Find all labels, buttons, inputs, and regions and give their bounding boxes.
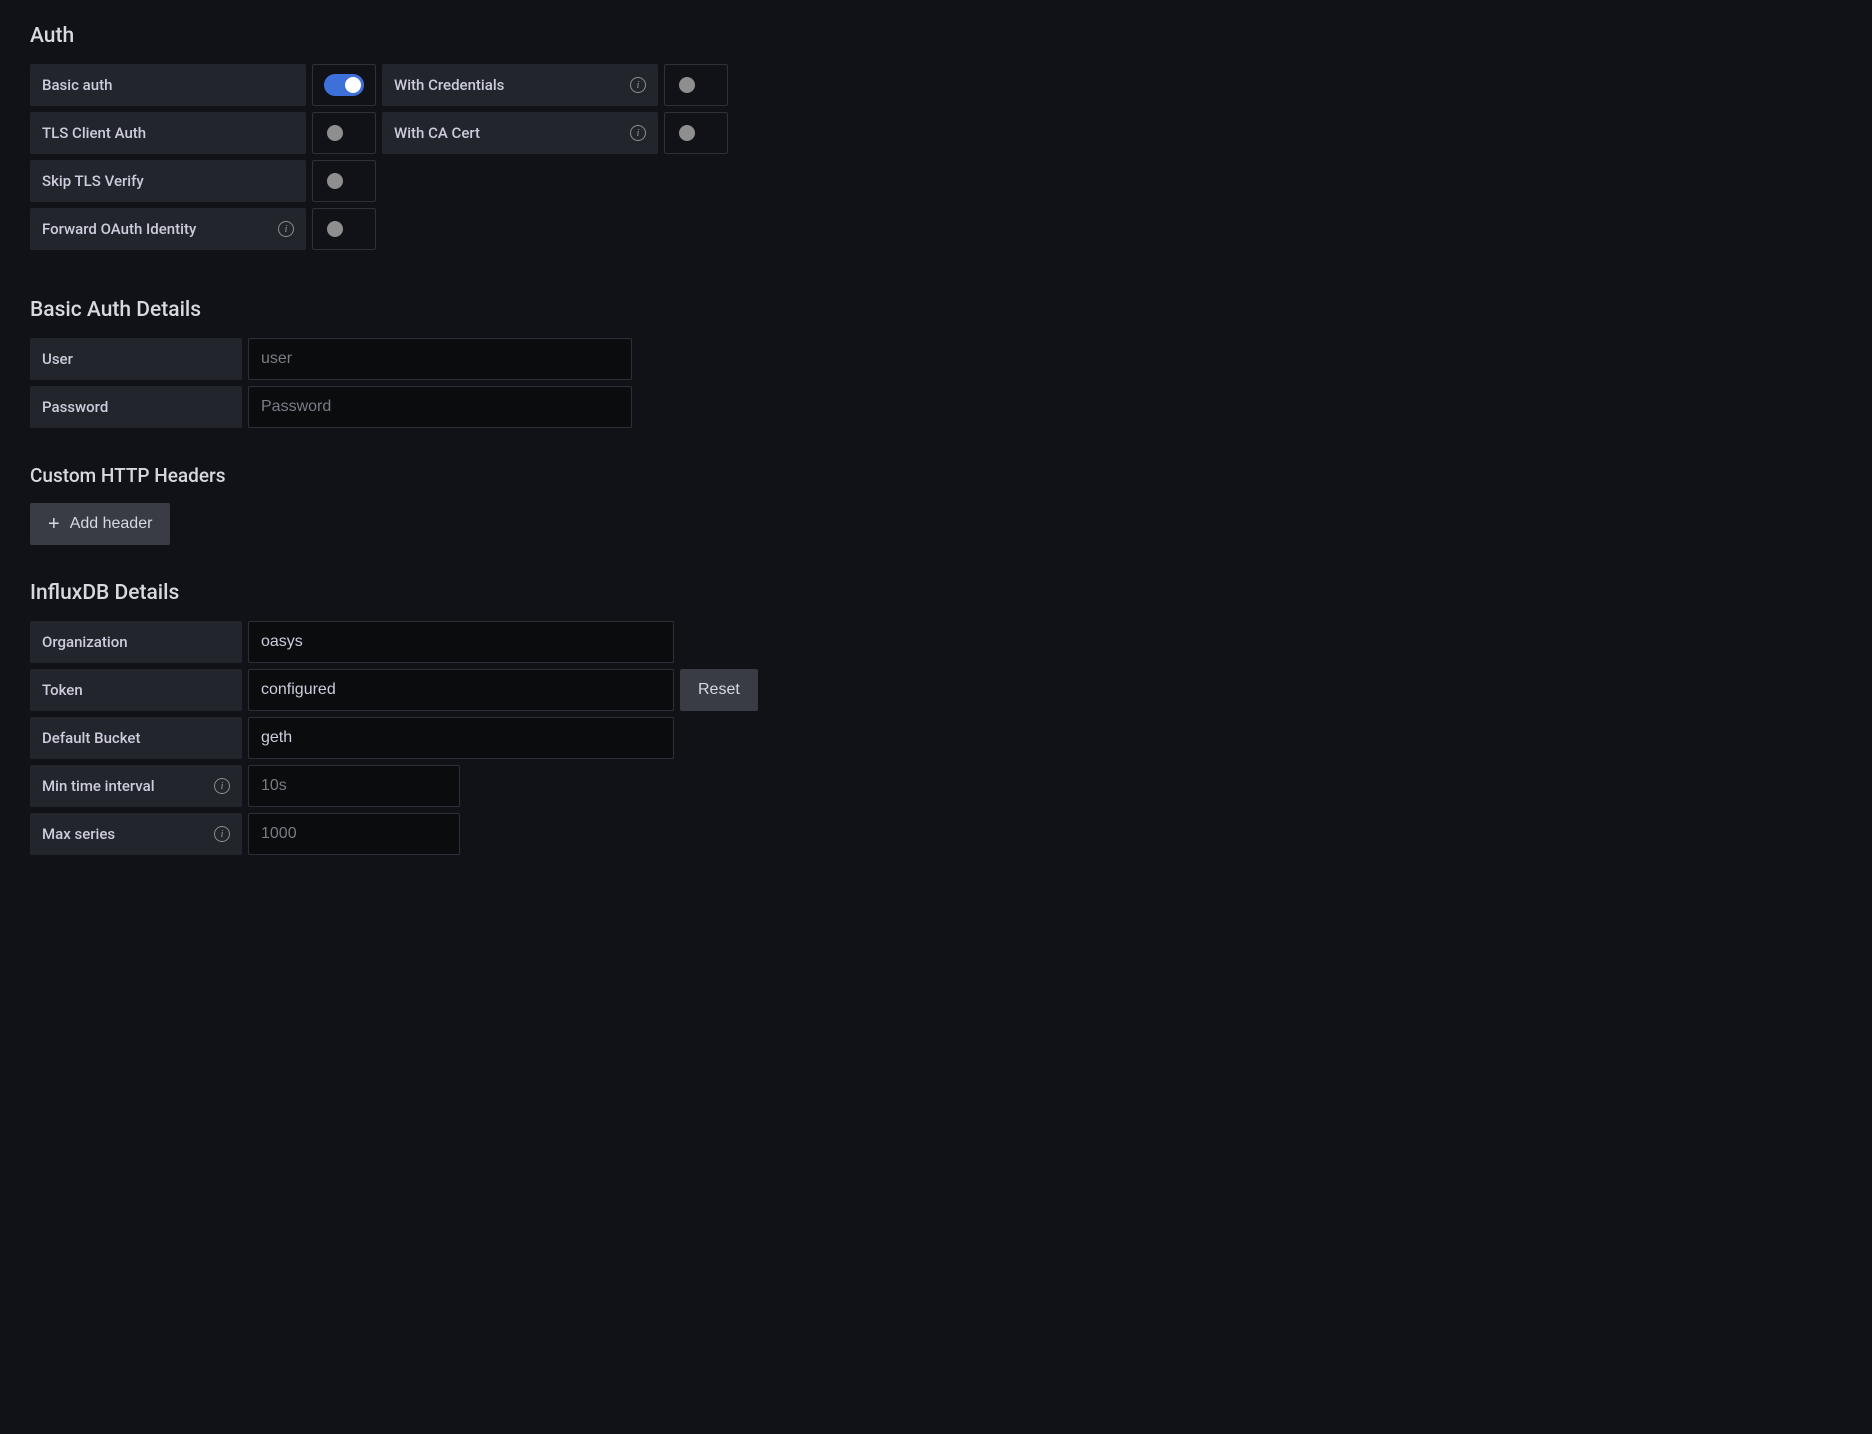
info-icon[interactable]: i bbox=[214, 778, 230, 794]
max-series-row: Max series i bbox=[30, 813, 1842, 855]
default-bucket-row: Default Bucket bbox=[30, 717, 1842, 759]
influxdb-details-title: InfluxDB Details bbox=[30, 581, 1842, 605]
basic-auth-row: Basic auth bbox=[30, 64, 376, 106]
max-series-input[interactable] bbox=[248, 813, 460, 855]
token-label: Token bbox=[30, 669, 242, 711]
skip-tls-verify-label-text: Skip TLS Verify bbox=[42, 172, 144, 190]
token-input[interactable] bbox=[248, 669, 674, 711]
max-series-label-text: Max series bbox=[42, 825, 115, 843]
auth-col-left: Basic auth TLS Client Auth Skip TLS Veri… bbox=[30, 64, 376, 250]
add-header-button[interactable]: + Add header bbox=[30, 503, 170, 545]
organization-label: Organization bbox=[30, 621, 242, 663]
with-ca-cert-switch-cell bbox=[664, 112, 728, 154]
password-label-text: Password bbox=[42, 398, 108, 416]
auth-toggle-grid: Basic auth TLS Client Auth Skip TLS Veri… bbox=[30, 64, 1842, 250]
basic-auth-toggle[interactable] bbox=[324, 74, 364, 96]
info-icon[interactable]: i bbox=[630, 77, 646, 93]
info-icon[interactable]: i bbox=[278, 221, 294, 237]
forward-oauth-toggle[interactable] bbox=[324, 218, 364, 240]
auth-section: Auth Basic auth TLS Client Auth bbox=[30, 24, 1842, 250]
token-row: Token Reset bbox=[30, 669, 1842, 711]
organization-label-text: Organization bbox=[42, 633, 128, 651]
with-credentials-label: With Credentials i bbox=[382, 64, 658, 106]
with-ca-cert-label-text: With CA Cert bbox=[394, 124, 480, 142]
token-label-text: Token bbox=[42, 681, 83, 699]
basic-auth-details-title: Basic Auth Details bbox=[30, 298, 1842, 322]
basic-auth-label-text: Basic auth bbox=[42, 76, 112, 94]
max-series-label: Max series i bbox=[30, 813, 242, 855]
skip-tls-verify-row: Skip TLS Verify bbox=[30, 160, 376, 202]
skip-tls-verify-toggle[interactable] bbox=[324, 170, 364, 192]
tls-client-auth-label: TLS Client Auth bbox=[30, 112, 306, 154]
custom-headers-title: Custom HTTP Headers bbox=[30, 464, 1842, 487]
min-time-interval-label-text: Min time interval bbox=[42, 777, 155, 795]
password-row: Password bbox=[30, 386, 1842, 428]
default-bucket-label: Default Bucket bbox=[30, 717, 242, 759]
forward-oauth-switch-cell bbox=[312, 208, 376, 250]
add-header-button-label: Add header bbox=[70, 515, 153, 533]
organization-row: Organization bbox=[30, 621, 1842, 663]
reset-button[interactable]: Reset bbox=[680, 669, 758, 711]
with-credentials-toggle[interactable] bbox=[676, 74, 716, 96]
user-label: User bbox=[30, 338, 242, 380]
user-input[interactable] bbox=[248, 338, 632, 380]
forward-oauth-row: Forward OAuth Identity i bbox=[30, 208, 376, 250]
user-row: User bbox=[30, 338, 1842, 380]
basic-auth-label: Basic auth bbox=[30, 64, 306, 106]
custom-headers-section: Custom HTTP Headers + Add header bbox=[30, 464, 1842, 545]
info-icon[interactable]: i bbox=[214, 826, 230, 842]
default-bucket-label-text: Default Bucket bbox=[42, 729, 140, 747]
min-time-interval-input[interactable] bbox=[248, 765, 460, 807]
auth-title: Auth bbox=[30, 24, 1842, 48]
min-time-interval-label: Min time interval i bbox=[30, 765, 242, 807]
with-ca-cert-toggle[interactable] bbox=[676, 122, 716, 144]
with-ca-cert-label: With CA Cert i bbox=[382, 112, 658, 154]
with-credentials-switch-cell bbox=[664, 64, 728, 106]
tls-client-auth-toggle[interactable] bbox=[324, 122, 364, 144]
basic-auth-details-section: Basic Auth Details User Password bbox=[30, 298, 1842, 428]
skip-tls-verify-switch-cell bbox=[312, 160, 376, 202]
with-credentials-row: With Credentials i bbox=[382, 64, 728, 106]
tls-client-auth-row: TLS Client Auth bbox=[30, 112, 376, 154]
forward-oauth-label: Forward OAuth Identity i bbox=[30, 208, 306, 250]
auth-col-right: With Credentials i With CA Cert i bbox=[382, 64, 728, 250]
organization-input[interactable] bbox=[248, 621, 674, 663]
info-icon[interactable]: i bbox=[630, 125, 646, 141]
min-time-interval-row: Min time interval i bbox=[30, 765, 1842, 807]
tls-client-auth-switch-cell bbox=[312, 112, 376, 154]
password-label: Password bbox=[30, 386, 242, 428]
basic-auth-switch-cell bbox=[312, 64, 376, 106]
influxdb-details-section: InfluxDB Details Organization Token Rese… bbox=[30, 581, 1842, 855]
password-input[interactable] bbox=[248, 386, 632, 428]
forward-oauth-label-text: Forward OAuth Identity bbox=[42, 220, 196, 238]
default-bucket-input[interactable] bbox=[248, 717, 674, 759]
with-credentials-label-text: With Credentials bbox=[394, 76, 504, 94]
plus-icon: + bbox=[48, 514, 60, 534]
tls-client-auth-label-text: TLS Client Auth bbox=[42, 124, 146, 142]
skip-tls-verify-label: Skip TLS Verify bbox=[30, 160, 306, 202]
user-label-text: User bbox=[42, 350, 73, 368]
with-ca-cert-row: With CA Cert i bbox=[382, 112, 728, 154]
reset-button-label: Reset bbox=[698, 681, 740, 699]
